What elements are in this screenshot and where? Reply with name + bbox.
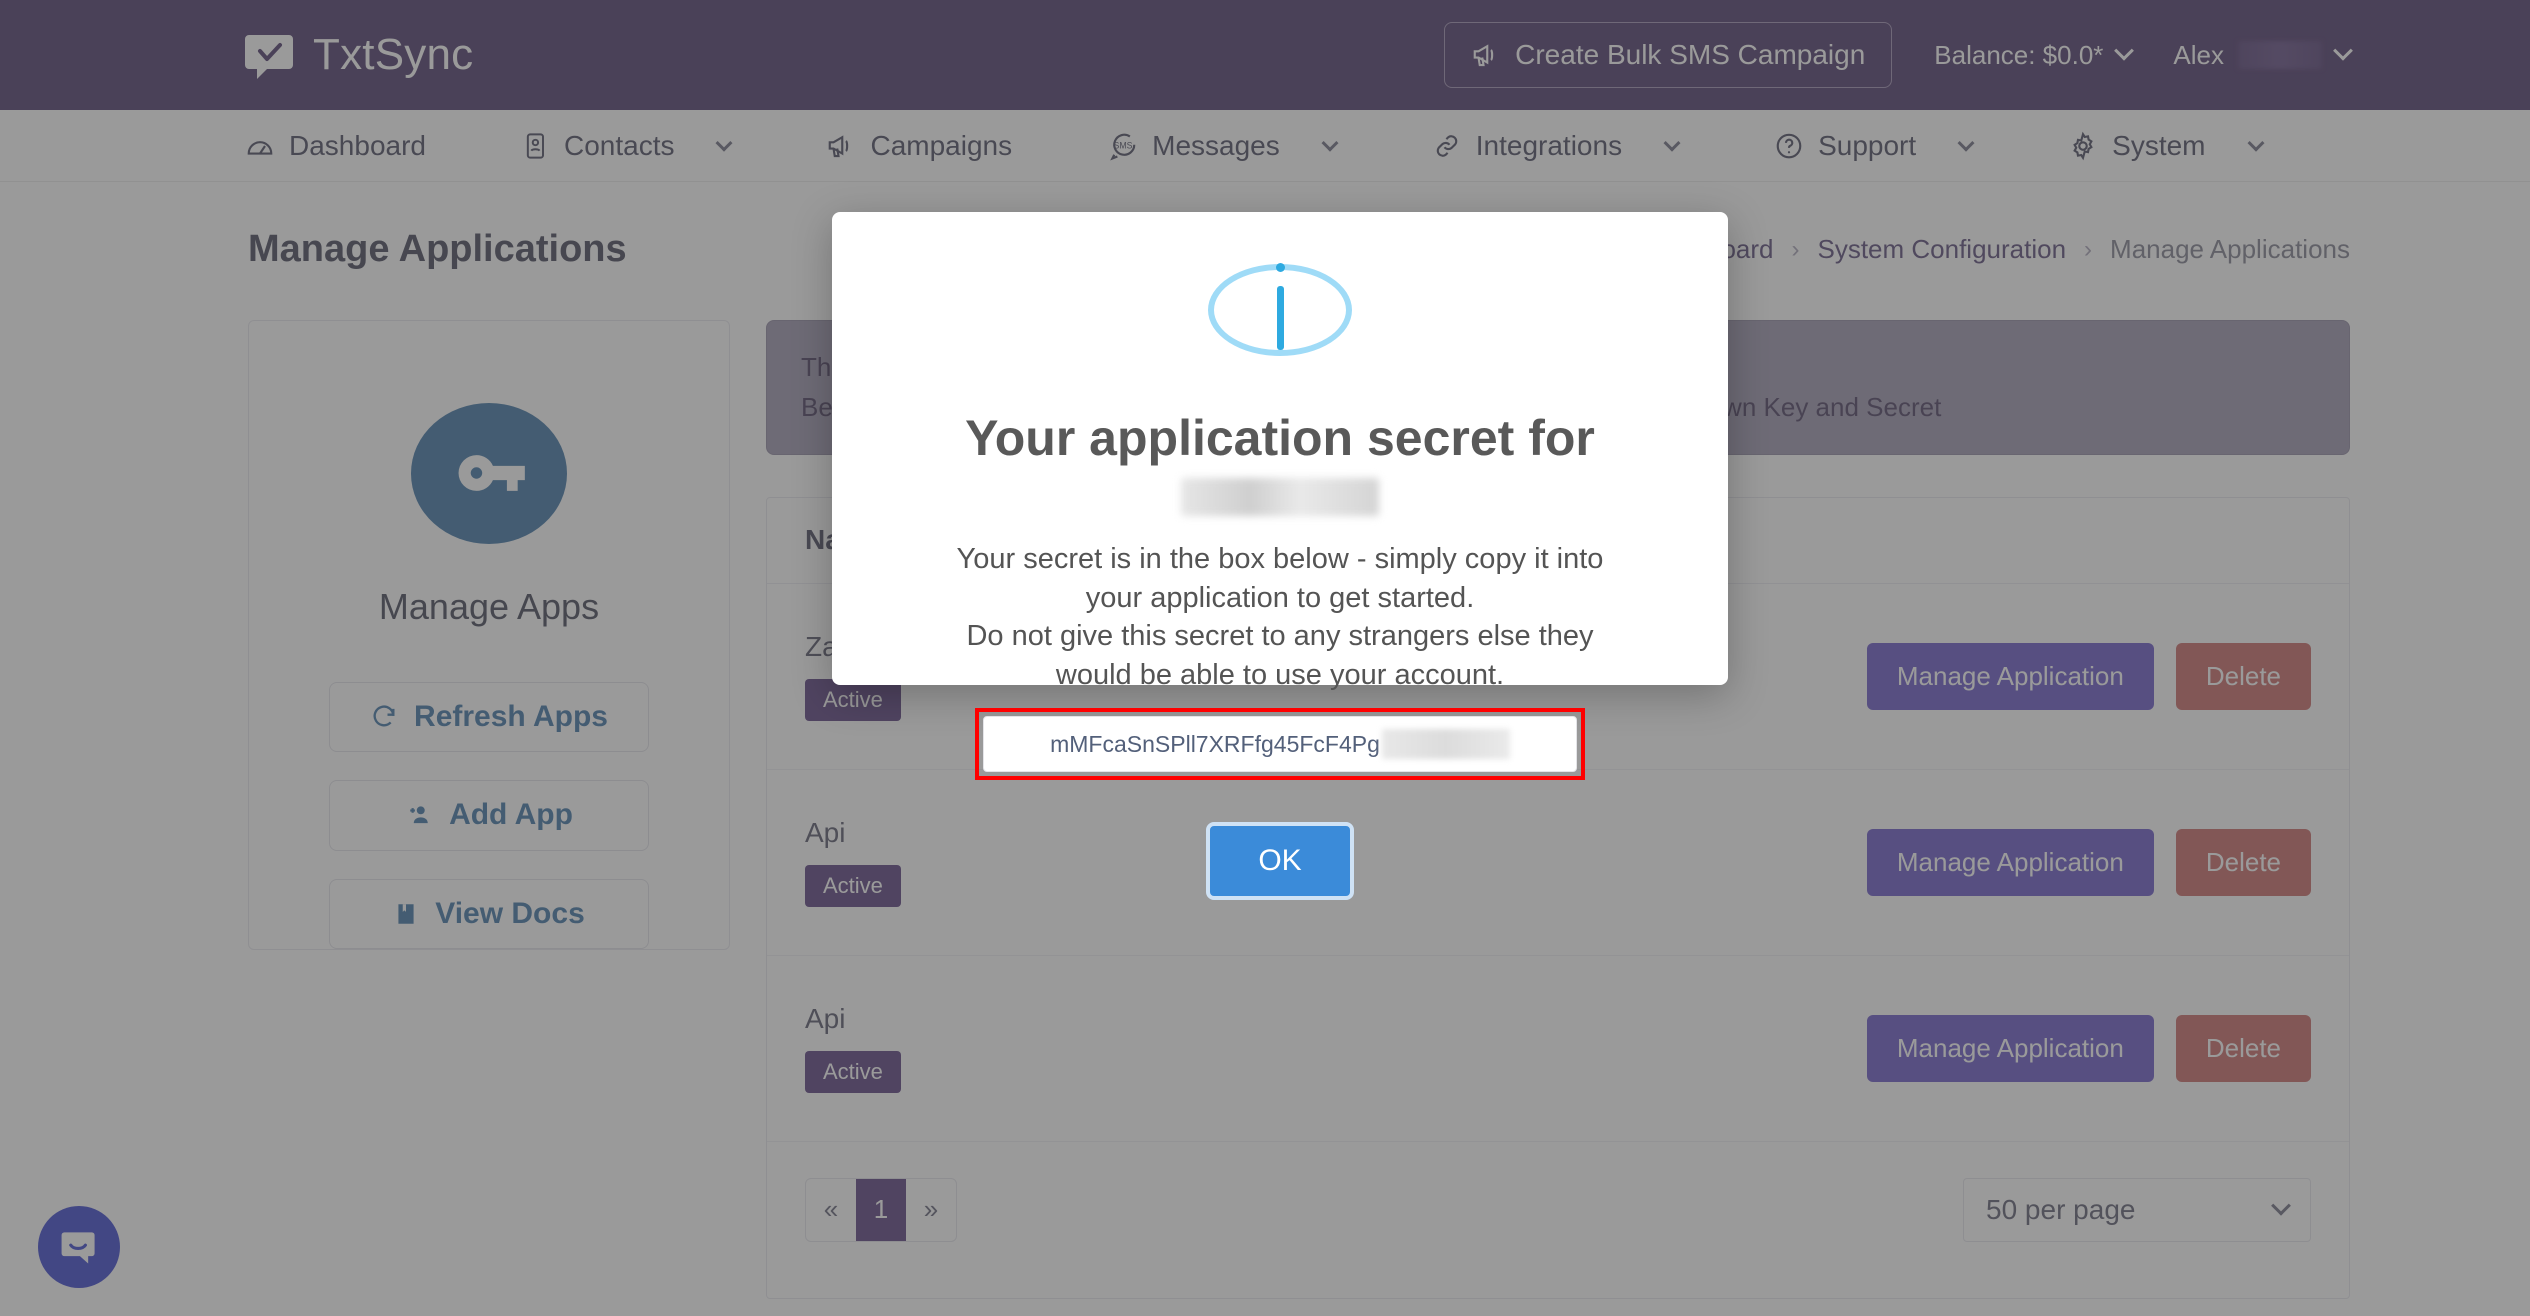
- modal-body-line-3: Do not give this secret to any strangers…: [966, 620, 1594, 653]
- ok-button[interactable]: OK: [1206, 822, 1354, 901]
- application-secret-modal: Your application secret for Your secret …: [832, 212, 1728, 901]
- application-secret-redacted: [1381, 729, 1510, 760]
- info-icon: [1208, 262, 1352, 356]
- modal-body: Your secret is in the box below - simply…: [957, 540, 1604, 694]
- modal-app-name-redacted: [1180, 478, 1379, 516]
- modal-title: Your application secret for: [965, 408, 1595, 516]
- secret-highlight-box: mMFcaSnSPll7XRFfg45FcF4Pg: [975, 708, 1585, 781]
- modal-body-line-4: would be able to use your account.: [1055, 658, 1505, 691]
- modal-body-line-2: your application to get started.: [1085, 581, 1475, 614]
- modal-title-text: Your application secret for: [965, 410, 1595, 466]
- application-secret-field[interactable]: mMFcaSnSPll7XRFfg45FcF4Pg: [983, 716, 1577, 773]
- info-icon-dot: [1275, 262, 1285, 272]
- info-icon-stem: [1276, 286, 1284, 350]
- application-secret-value: mMFcaSnSPll7XRFfg45FcF4Pg: [1050, 730, 1380, 757]
- modal-body-line-1: Your secret is in the box below - simply…: [956, 543, 1604, 575]
